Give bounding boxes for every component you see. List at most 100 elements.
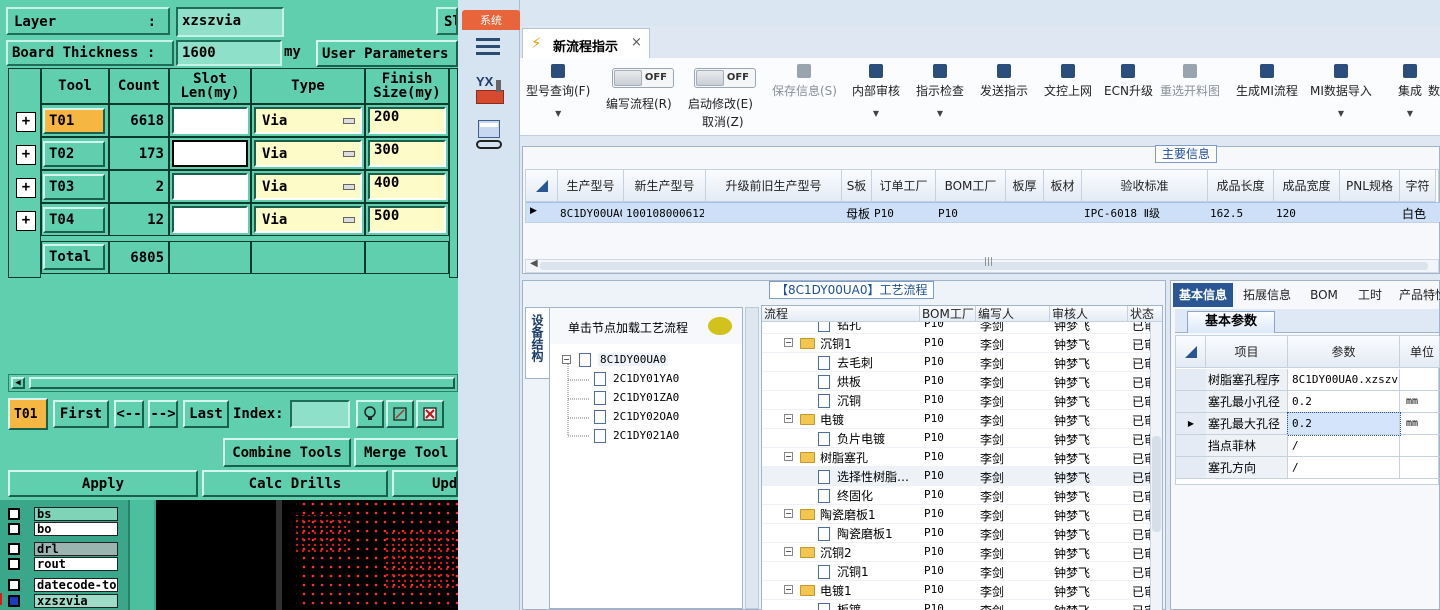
hamburger-menu-icon[interactable] xyxy=(476,36,500,56)
toggle-switch[interactable]: OFF xyxy=(612,68,674,88)
main-col-header[interactable]: 字符 xyxy=(1400,170,1436,202)
finish-size-input[interactable]: 400 xyxy=(368,173,446,200)
toolbar-button[interactable]: 发送指示 xyxy=(980,64,1028,99)
combine-tools-button[interactable]: Combine Tools xyxy=(223,438,351,467)
toolbar-button[interactable]: 型号查询(F) ▼ xyxy=(526,64,590,118)
apply-button[interactable]: Apply xyxy=(8,470,198,497)
resize-icon[interactable] xyxy=(386,400,414,428)
layer-name-field[interactable]: xzszvia xyxy=(176,7,284,37)
collapse-icon[interactable]: − xyxy=(562,355,571,364)
slot-length-input[interactable] xyxy=(172,206,248,233)
system-tab[interactable]: 系统 xyxy=(462,10,520,30)
finish-size-input[interactable]: 300 xyxy=(368,140,446,167)
flow-col-header[interactable]: BOM工厂 xyxy=(920,306,976,322)
main-info-hscroll-thumb[interactable]: ||| xyxy=(540,257,1428,270)
main-col-header[interactable]: 验收标准 xyxy=(1082,170,1208,202)
main-col-header[interactable]: 新生产型号 xyxy=(624,170,706,202)
param-value[interactable]: / xyxy=(1288,435,1400,457)
flow-col-header[interactable]: 编写人 xyxy=(976,306,1050,322)
main-col-header[interactable]: 订单工厂 xyxy=(872,170,936,202)
layer-row[interactable]: bo xyxy=(8,521,118,536)
layer-row[interactable]: drl xyxy=(8,541,118,556)
toolbar-button[interactable]: ECN升级 xyxy=(1104,64,1153,99)
flow-row[interactable]: 陶瓷磨板1P10李剑钟梦飞已审核 xyxy=(762,524,1162,543)
toolbar-button[interactable]: 保存信息(S) xyxy=(772,64,837,99)
tool-name-button[interactable]: T03 xyxy=(43,174,105,200)
update-button[interactable]: Upd xyxy=(392,470,458,497)
tool-name-button[interactable]: T04 xyxy=(43,207,105,233)
layer-checkbox[interactable] xyxy=(8,557,20,570)
tool-expand-icon[interactable]: + xyxy=(16,112,36,132)
collapse-icon[interactable]: − xyxy=(784,452,793,461)
tool-name-button[interactable]: T02 xyxy=(43,141,105,167)
dropdown-arrow-icon[interactable]: ▼ xyxy=(555,109,561,118)
main-col-header[interactable]: 成品长度 xyxy=(1208,170,1274,202)
layer-row[interactable]: xzszvia xyxy=(0,593,118,608)
toolbar-button[interactable]: 生成MI流程 xyxy=(1236,64,1298,99)
dropdown-arrow-icon[interactable]: ▼ xyxy=(873,109,879,118)
calc-drills-button[interactable]: Calc Drills xyxy=(202,470,388,497)
flow-row[interactable]: −树脂塞孔P10李剑钟梦飞已审核 xyxy=(762,448,1162,467)
cancel-button[interactable]: 取消(Z) xyxy=(702,113,744,130)
collapse-icon[interactable]: − xyxy=(784,509,793,518)
flow-row[interactable]: −电镀P10李剑钟梦飞已审核 xyxy=(762,410,1162,429)
toolbar-button[interactable]: 文控上网 xyxy=(1044,64,1092,99)
flow-vscroll[interactable]: ▲ xyxy=(1150,306,1162,610)
tool-expand-icon[interactable]: + xyxy=(16,145,36,165)
tree-root-node[interactable]: − 8C1DY00UA0 xyxy=(562,350,669,369)
first-button[interactable]: First xyxy=(53,400,109,428)
user-parameters-button[interactable]: User Parameters xyxy=(316,40,458,67)
graphic-canvas[interactable] xyxy=(156,500,458,610)
detail-tab[interactable]: 拓展信息 xyxy=(1233,283,1301,307)
main-col-header[interactable]: 生产型号 xyxy=(558,170,624,202)
param-row-header[interactable] xyxy=(1176,457,1206,479)
splitter[interactable] xyxy=(745,307,759,609)
scroll-left-arrow-icon[interactable]: ◀ xyxy=(11,377,25,389)
flow-row[interactable]: −电镀1P10李剑钟梦飞已审核 xyxy=(762,581,1162,600)
toolbar-button[interactable]: 重选开料图 xyxy=(1160,64,1220,99)
flow-col-header[interactable]: 审核人 xyxy=(1050,306,1128,322)
collapse-icon[interactable]: − xyxy=(784,585,793,594)
tree-node[interactable]: 2C1DY01ZA0 xyxy=(594,388,679,407)
flow-vscroll-thumb[interactable] xyxy=(1152,436,1161,532)
layer-row[interactable]: datecode-to xyxy=(8,577,118,592)
param-row-header[interactable] xyxy=(1176,391,1206,413)
layer-checkbox[interactable] xyxy=(8,522,20,535)
finish-size-input[interactable]: 200 xyxy=(368,107,446,134)
collapse-icon[interactable]: − xyxy=(784,338,793,347)
slot-length-input[interactable] xyxy=(172,173,248,200)
sl-fragment[interactable]: Sl xyxy=(436,7,458,35)
lightbulb-icon[interactable] xyxy=(356,400,384,428)
detail-tab[interactable]: 产品特性 xyxy=(1393,283,1440,307)
board-thickness-field[interactable]: 1600 xyxy=(176,40,282,66)
index-field[interactable] xyxy=(290,400,350,428)
layer-checkbox[interactable] xyxy=(8,542,20,555)
tree-node[interactable]: 2C1DY02OA0 xyxy=(594,407,679,426)
param-value[interactable]: 0.2 xyxy=(1287,412,1401,436)
param-row-header[interactable]: ▶ xyxy=(1176,413,1206,435)
last-button[interactable]: Last xyxy=(183,400,229,428)
detail-tab[interactable]: 基本信息 xyxy=(1173,283,1233,307)
finish-size-input[interactable]: 500 xyxy=(368,206,446,233)
main-col-header[interactable]: 升级前旧生产型号 xyxy=(706,170,842,202)
toolbar-button[interactable]: 集成 ▼ xyxy=(1398,64,1422,118)
hscroll-thumb[interactable] xyxy=(29,377,455,389)
main-info-hscroll[interactable]: ◀ ||| xyxy=(525,257,1439,273)
tab-basic-params[interactable]: 基本参数 xyxy=(1187,311,1275,333)
toolbar-button[interactable]: 指示检查 ▼ xyxy=(916,64,964,118)
flow-row[interactable]: 沉铜1P10李剑钟梦飞已审核 xyxy=(762,562,1162,581)
tab-close-icon[interactable]: × xyxy=(631,35,642,50)
toggle-switch[interactable]: OFF xyxy=(694,68,756,88)
merge-tools-button[interactable]: Merge Tool xyxy=(354,438,458,467)
param-value[interactable]: / xyxy=(1288,457,1400,479)
flow-col-header[interactable]: 流程 xyxy=(762,306,920,322)
tool-type-select[interactable]: Via xyxy=(254,206,362,233)
dropdown-arrow-icon[interactable]: ▼ xyxy=(1407,109,1413,118)
param-row-header[interactable] xyxy=(1176,369,1206,391)
main-col-header[interactable]: S板 xyxy=(842,170,872,202)
collapse-icon[interactable]: − xyxy=(784,414,793,423)
slot-length-input[interactable] xyxy=(172,140,248,167)
toolbar-button[interactable]: 内部审核 ▼ xyxy=(852,64,900,118)
calculator-icon[interactable] xyxy=(476,120,504,152)
delete-icon[interactable] xyxy=(416,400,444,428)
